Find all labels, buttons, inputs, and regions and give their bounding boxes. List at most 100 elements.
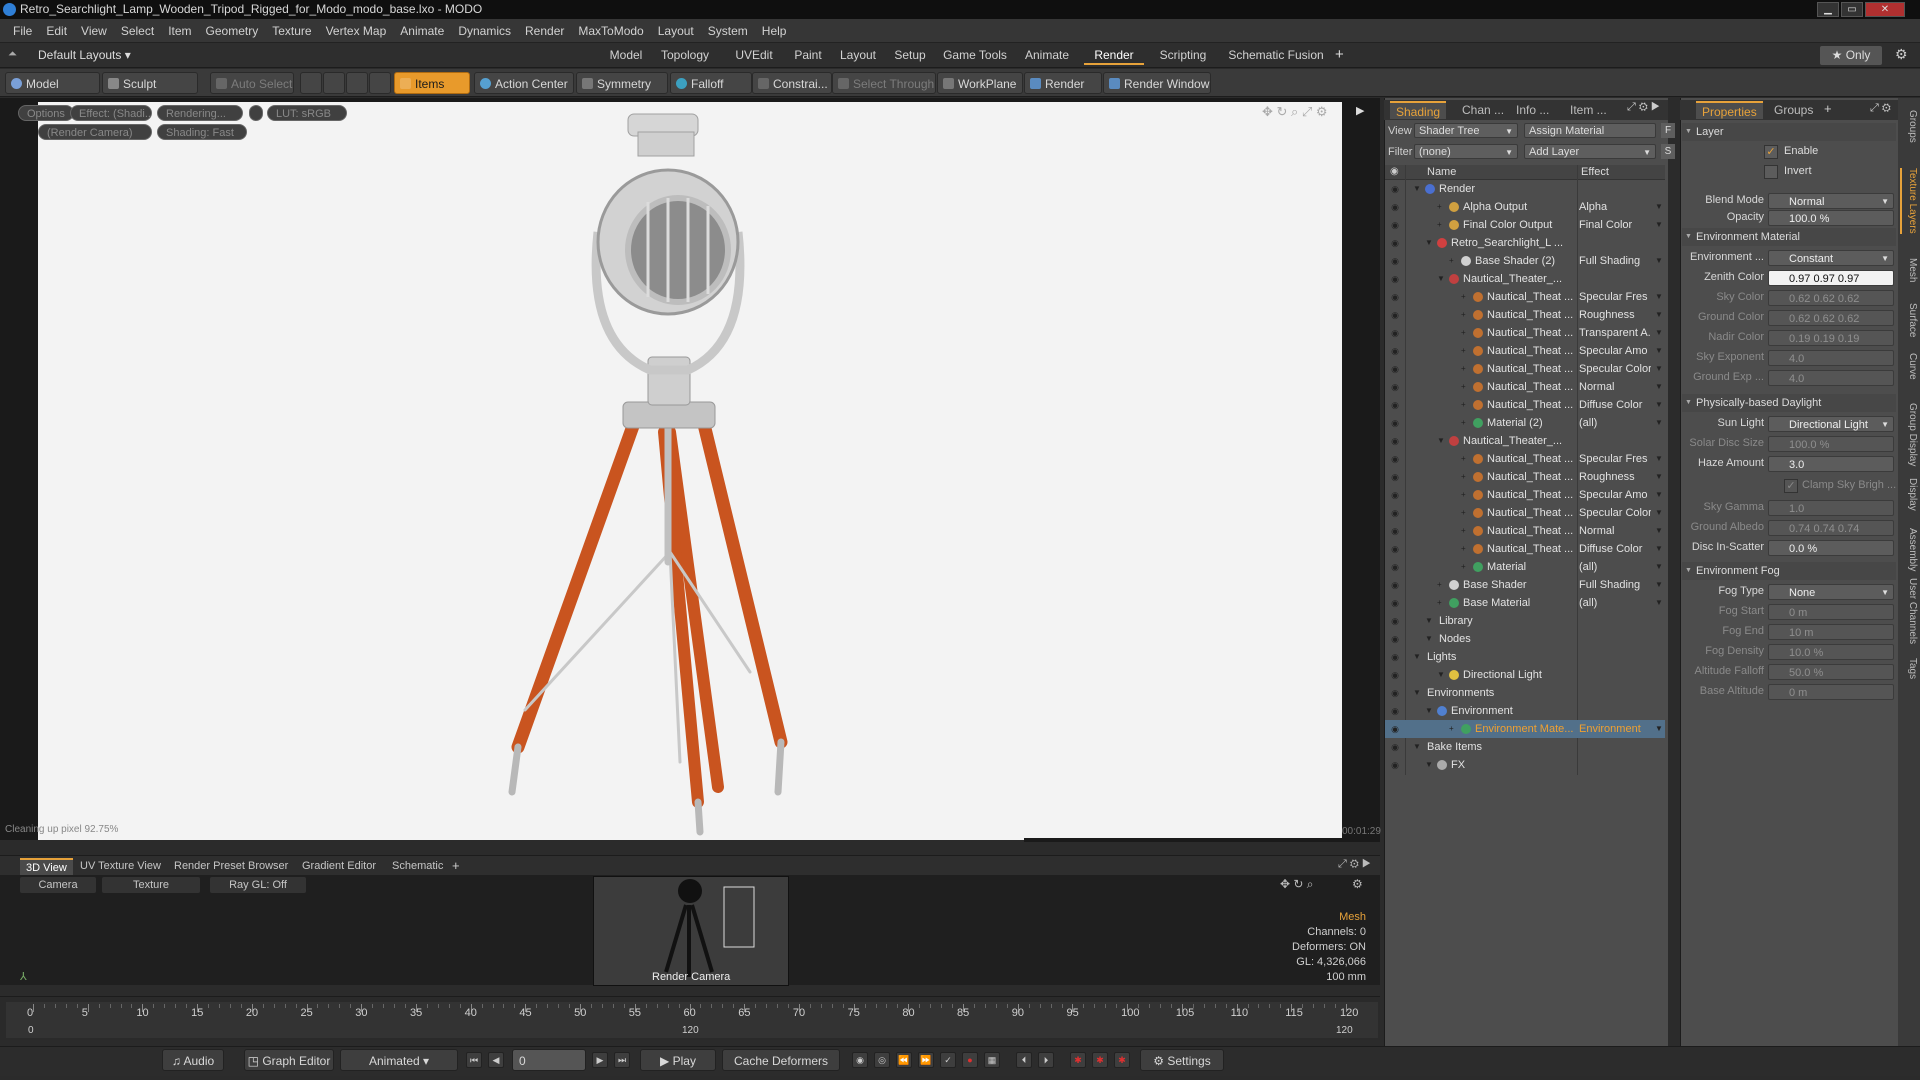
- shading-tab-1[interactable]: Chan ...: [1456, 101, 1510, 119]
- shader-tree-row[interactable]: ◉ + Final Color Output Final Color ▼: [1385, 216, 1665, 234]
- layer-effect[interactable]: Specular Color: [1579, 360, 1651, 378]
- close-icon[interactable]: ✕: [1865, 2, 1905, 17]
- menu-item[interactable]: Item: [161, 19, 198, 43]
- minimize-icon[interactable]: ▁: [1817, 2, 1839, 17]
- layer-effect[interactable]: Specular Amo ...: [1579, 342, 1651, 360]
- visibility-eye-icon[interactable]: ◉: [1390, 472, 1400, 482]
- frame-field[interactable]: 0: [512, 1049, 586, 1071]
- zenith-color-field[interactable]: 0.97 0.97 0.97: [1768, 270, 1894, 286]
- expand-arrow-icon[interactable]: +: [1449, 720, 1454, 738]
- shader-tree-row[interactable]: ◉ + Nautical_Theat ... Roughness ▼: [1385, 468, 1665, 486]
- raygl-button[interactable]: Ray GL: Off: [210, 877, 306, 893]
- settings-button[interactable]: ⚙ Settings: [1140, 1049, 1224, 1071]
- visibility-eye-icon[interactable]: ◉: [1390, 202, 1400, 212]
- menu-layout[interactable]: Layout: [651, 19, 701, 43]
- assign-material-button[interactable]: Assign Material: [1524, 123, 1656, 138]
- visibility-eye-icon[interactable]: ◉: [1390, 418, 1400, 428]
- sky-gamma-field[interactable]: 1.0: [1768, 500, 1894, 516]
- auto-select-button[interactable]: Auto Select: [210, 72, 294, 94]
- shader-tree-row[interactable]: ◉ ▼ Lights: [1385, 648, 1665, 666]
- name-column-header[interactable]: Name: [1427, 166, 1456, 178]
- visibility-eye-icon[interactable]: ◉: [1390, 544, 1400, 554]
- sculpt-button[interactable]: Sculpt: [102, 72, 198, 94]
- expand-arrow-icon[interactable]: +: [1461, 486, 1466, 504]
- visibility-eye-icon[interactable]: ◉: [1390, 310, 1400, 320]
- cache-deformers-button[interactable]: Cache Deformers: [722, 1049, 840, 1071]
- shader-tree-row[interactable]: ◉ + Nautical_Theat ... Specular Fres ...▼: [1385, 288, 1665, 306]
- shader-tree-row[interactable]: ◉ + Material (2) (all) ▼: [1385, 414, 1665, 432]
- graph-editor-button[interactable]: ◳ Graph Editor: [244, 1049, 334, 1071]
- menu-select[interactable]: Select: [114, 19, 161, 43]
- shader-tree-row[interactable]: ◉ + Nautical_Theat ... Normal ▼: [1385, 378, 1665, 396]
- effect-dropdown-icon[interactable]: ▼: [1655, 252, 1663, 270]
- menu-help[interactable]: Help: [755, 19, 794, 43]
- menu-view[interactable]: View: [74, 19, 114, 43]
- visibility-eye-icon[interactable]: ◉: [1390, 670, 1400, 680]
- effect-dropdown-icon[interactable]: ▼: [1655, 342, 1663, 360]
- side-tab-tags[interactable]: Tags: [1900, 658, 1918, 679]
- visibility-eye-icon[interactable]: ◉: [1390, 400, 1400, 410]
- layout-tab-schematic-fusion[interactable]: Schematic Fusion: [1222, 46, 1330, 65]
- shader-tree-row[interactable]: ◉ ▼ Directional Light: [1385, 666, 1665, 684]
- workplane-button[interactable]: WorkPlane: [937, 72, 1023, 94]
- visibility-eye-icon[interactable]: ◉: [1390, 562, 1400, 572]
- layer-effect[interactable]: Specular Amo ...: [1579, 486, 1651, 504]
- shader-tree-row[interactable]: ◉ + Alpha Output Alpha ▼: [1385, 198, 1665, 216]
- expand-arrow-icon[interactable]: +: [1437, 594, 1442, 612]
- side-tab-user-channels[interactable]: User Channels: [1900, 578, 1918, 644]
- expand-arrow-icon[interactable]: ▼: [1425, 756, 1433, 774]
- items-button[interactable]: Items: [394, 72, 470, 94]
- menu-dynamics[interactable]: Dynamics: [451, 19, 518, 43]
- visibility-eye-icon[interactable]: ◉: [1390, 382, 1400, 392]
- shader-tree-row[interactable]: ◉ + Base Material (all) ▼: [1385, 594, 1665, 612]
- falloff-button[interactable]: Falloff: [670, 72, 752, 94]
- viewport-expand-icon[interactable]: ▶: [1356, 104, 1364, 117]
- visibility-eye-icon[interactable]: ◉: [1390, 724, 1400, 734]
- layer-effect[interactable]: Diffuse Color: [1579, 540, 1651, 558]
- visibility-eye-icon[interactable]: ◉: [1390, 526, 1400, 536]
- menu-render[interactable]: Render: [518, 19, 571, 43]
- effect-chip[interactable]: Effect: (Shadi...: [70, 105, 152, 121]
- auto-key-icon[interactable]: ✓: [940, 1052, 956, 1068]
- expand-arrow-icon[interactable]: +: [1461, 324, 1466, 342]
- layer-effect[interactable]: Full Shading: [1579, 576, 1651, 594]
- visibility-eye-icon[interactable]: ◉: [1390, 454, 1400, 464]
- material-mode-icon[interactable]: [369, 72, 391, 94]
- effect-dropdown-icon[interactable]: ▼: [1655, 576, 1663, 594]
- add-layer-dropdown[interactable]: Add Layer ▼: [1524, 144, 1656, 159]
- expand-arrow-icon[interactable]: ▼: [1425, 612, 1433, 630]
- layout-tab-animate[interactable]: Animate: [1018, 46, 1076, 65]
- expand-arrow-icon[interactable]: ▼: [1425, 234, 1433, 252]
- expand-arrow-icon[interactable]: ▼: [1425, 702, 1433, 720]
- layout-tab-layout[interactable]: Layout: [834, 46, 882, 65]
- layer-effect[interactable]: (all): [1579, 414, 1651, 432]
- visibility-eye-icon[interactable]: ◉: [1390, 742, 1400, 752]
- ground-albedo-field[interactable]: 0.74 0.74 0.74: [1768, 520, 1894, 536]
- visibility-eye-icon[interactable]: ◉: [1390, 580, 1400, 590]
- view-dropdown[interactable]: Shader Tree ▼: [1414, 123, 1518, 138]
- expand-arrow-icon[interactable]: +: [1461, 504, 1466, 522]
- visibility-eye-icon[interactable]: ◉: [1390, 634, 1400, 644]
- expand-arrow-icon[interactable]: ▼: [1413, 180, 1421, 198]
- shader-tree-row[interactable]: ◉ ▼ Environment: [1385, 702, 1665, 720]
- layer-effect[interactable]: Full Shading: [1579, 252, 1651, 270]
- layout-selector[interactable]: Default Layouts ▾: [38, 48, 131, 62]
- lut-toggle-icon[interactable]: [249, 105, 263, 121]
- visibility-eye-icon[interactable]: ◉: [1390, 760, 1400, 770]
- view-tab-3d-view[interactable]: 3D View: [20, 858, 73, 875]
- expand-arrow-icon[interactable]: ▼: [1413, 738, 1421, 756]
- s-button[interactable]: S: [1661, 144, 1675, 159]
- camera-button[interactable]: Camera: [20, 877, 96, 893]
- side-tab-texture-layers[interactable]: Texture Layers: [1900, 168, 1918, 234]
- layout-tab-setup[interactable]: Setup: [887, 46, 933, 65]
- blend-mode-field[interactable]: Normal ▼: [1768, 193, 1894, 209]
- symmetry-button[interactable]: Symmetry: [576, 72, 668, 94]
- f-button[interactable]: F: [1661, 123, 1675, 138]
- visibility-eye-icon[interactable]: ◉: [1390, 328, 1400, 338]
- tab-properties[interactable]: Properties: [1696, 101, 1763, 119]
- expand-arrow-icon[interactable]: ▼: [1437, 270, 1445, 288]
- expand-arrow-icon[interactable]: ▼: [1413, 648, 1421, 666]
- fog-end-field[interactable]: 10 m: [1768, 624, 1894, 640]
- side-tab-assembly[interactable]: Assembly: [1900, 528, 1918, 571]
- solar-disc-size-field[interactable]: 100.0 %: [1768, 436, 1894, 452]
